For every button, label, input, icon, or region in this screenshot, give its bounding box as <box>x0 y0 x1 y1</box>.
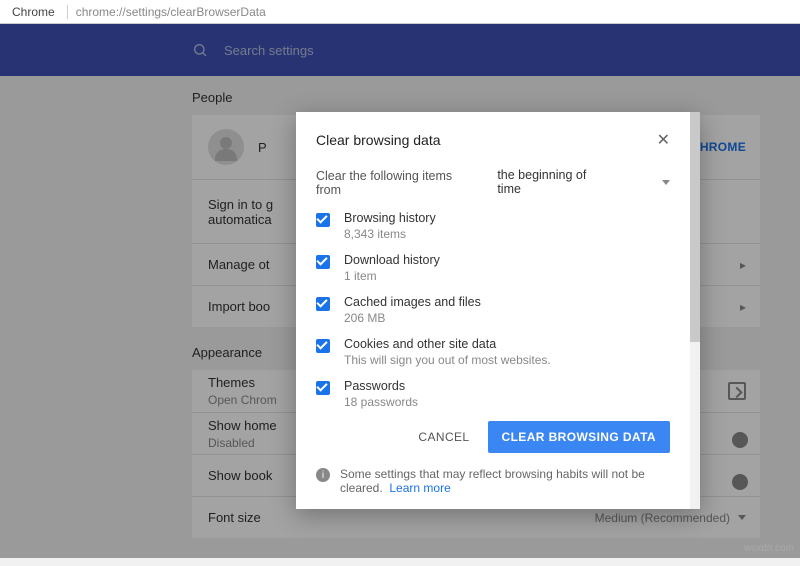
option-sub: This will sign you out of most websites. <box>344 353 551 367</box>
dialog-scrollbar[interactable] <box>690 112 700 509</box>
watermark: wsxdn.com <box>744 543 794 554</box>
range-label: Clear the following items from <box>316 169 479 197</box>
option-label: Passwords <box>344 379 418 393</box>
close-icon[interactable]: ✕ <box>657 130 670 150</box>
option-sub: 206 MB <box>344 311 481 325</box>
option-passwords[interactable]: Passwords 18 passwords <box>316 379 670 409</box>
time-range-select[interactable]: the beginning of time <box>497 168 670 197</box>
option-download-history[interactable]: Download history 1 item <box>316 253 670 283</box>
option-sub: 18 passwords <box>344 395 418 409</box>
option-label: Download history <box>344 253 440 267</box>
address-bar: Chrome chrome://settings/clearBrowserDat… <box>0 0 800 24</box>
option-cached-images[interactable]: Cached images and files 206 MB <box>316 295 670 325</box>
dialog-footer-note: i Some settings that may reflect browsin… <box>316 467 670 495</box>
checkbox-checked-icon[interactable] <box>316 297 330 311</box>
url-text: chrome://settings/clearBrowserData <box>68 5 274 19</box>
option-cookies[interactable]: Cookies and other site data This will si… <box>316 337 670 367</box>
checkbox-checked-icon[interactable] <box>316 381 330 395</box>
info-icon: i <box>316 468 330 482</box>
option-label: Cached images and files <box>344 295 481 309</box>
option-label: Browsing history <box>344 211 436 225</box>
checkbox-checked-icon[interactable] <box>316 339 330 353</box>
option-browsing-history[interactable]: Browsing history 8,343 items <box>316 211 670 241</box>
option-sub: 8,343 items <box>344 227 436 241</box>
time-range-value: the beginning of time <box>497 168 612 196</box>
clear-browsing-data-dialog: Clear browsing data ✕ Clear the followin… <box>296 112 700 509</box>
checkbox-checked-icon[interactable] <box>316 255 330 269</box>
checkbox-checked-icon[interactable] <box>316 213 330 227</box>
clear-data-button[interactable]: CLEAR BROWSING DATA <box>488 421 670 453</box>
learn-more-link[interactable]: Learn more <box>389 481 450 495</box>
caret-down-icon <box>662 180 670 185</box>
dialog-title: Clear browsing data <box>316 132 441 148</box>
note-text: Some settings that may reflect browsing … <box>340 467 645 495</box>
option-sub: 1 item <box>344 269 440 283</box>
scrollbar-thumb[interactable] <box>690 112 700 342</box>
option-label: Cookies and other site data <box>344 337 551 351</box>
browser-name: Chrome <box>0 5 68 19</box>
cancel-button[interactable]: CANCEL <box>418 430 469 444</box>
